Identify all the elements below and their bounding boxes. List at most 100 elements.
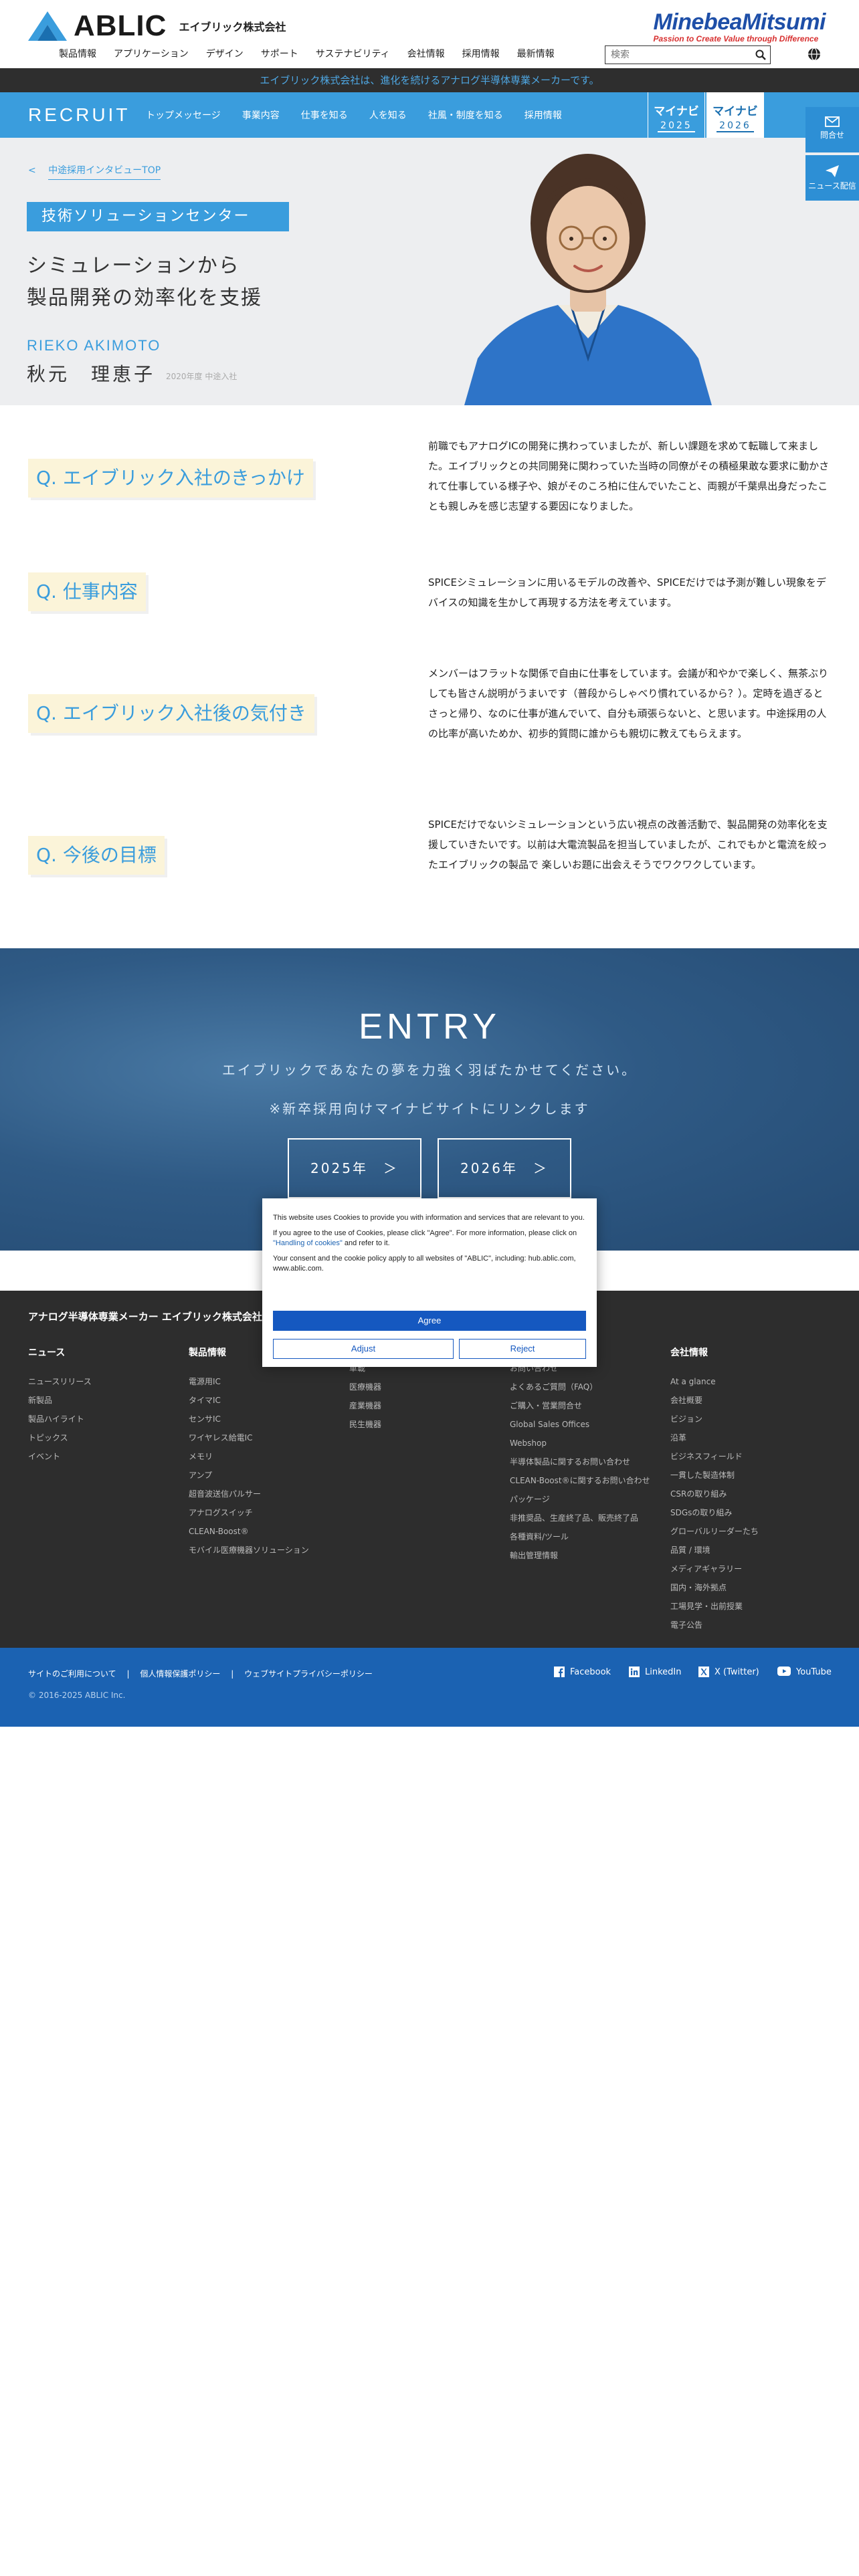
gnav-recruit[interactable]: 採用情報 — [462, 47, 500, 60]
gnav-company[interactable]: 会社情報 — [407, 47, 445, 60]
footer-link[interactable]: トピックス — [28, 1428, 92, 1447]
footer-link[interactable]: グローバルリーダーたち — [670, 1522, 759, 1541]
footer-column-title[interactable]: 会社情報 — [670, 1346, 759, 1359]
handling-of-cookies-link[interactable]: "Handling of cookies" — [273, 1239, 343, 1247]
footer-link[interactable]: メモリ — [189, 1447, 309, 1466]
interview-hero: < 中途採用インタビューTOP 技術ソリューションセンター シミュレーションから… — [0, 138, 859, 405]
footer-link[interactable]: 各種資料/ツール — [510, 1527, 650, 1546]
gnav-design[interactable]: デザイン — [206, 47, 244, 60]
footer-link[interactable]: 超音波送信パルサー — [189, 1485, 309, 1503]
footer-link[interactable]: メディアギャラリー — [670, 1560, 759, 1578]
minebeamitsumi-logo[interactable]: MinebeaMitsumi Passion to Create Value t… — [654, 9, 826, 43]
footer-link[interactable]: ニュースリリース — [28, 1372, 92, 1391]
recruit-nav-people[interactable]: 人を知る — [369, 108, 407, 122]
mynavi-2026-button[interactable]: マイナビ 2026 — [706, 92, 764, 138]
question-3-label: Q. エイブリック入社後の気付き — [28, 694, 314, 733]
footer-link[interactable]: 国内・海外拠点 — [670, 1578, 759, 1597]
footer-link[interactable]: 沿革 — [670, 1428, 759, 1447]
footer-link[interactable]: 工場見学・出前授業 — [670, 1597, 759, 1616]
footer-link[interactable]: アナログスイッチ — [189, 1503, 309, 1522]
footer-link[interactable]: ワイヤレス給電IC — [189, 1428, 309, 1447]
logo-wordmark: ABLIC — [74, 9, 167, 42]
footer-link[interactable]: 品質 / 環境 — [670, 1541, 759, 1560]
footer-link[interactable]: At a glance — [670, 1372, 759, 1391]
cookie-reject-button[interactable]: Reject — [459, 1339, 586, 1359]
footer-column-products: 製品情報 電源用IC タイマIC センサIC ワイヤレス給電IC メモリ アンプ… — [189, 1346, 309, 1560]
footer-link[interactable]: 輸出管理情報 — [510, 1546, 650, 1565]
footer-link[interactable]: CLEAN-Boost®に関するお問い合わせ — [510, 1471, 650, 1490]
group-logo-tagline: Passion to Create Value through Differen… — [653, 34, 819, 43]
recruit-nav-info[interactable]: 採用情報 — [524, 108, 562, 122]
search-input[interactable] — [611, 49, 751, 60]
gnav-latest[interactable]: 最新情報 — [517, 47, 555, 60]
footer-link[interactable]: 産業機器 — [349, 1396, 381, 1415]
footer-link[interactable]: ご購入・営業問合せ — [510, 1396, 650, 1415]
interview-qa-section: Q. エイブリック入社のきっかけ 前職でもアナログICの開発に携わっていましたが… — [0, 405, 859, 948]
footer-column-support: お問い合わせ よくあるご質問（FAQ） ご購入・営業問合せ Global Sal… — [510, 1346, 650, 1565]
footer-link[interactable]: イベント — [28, 1447, 92, 1466]
footer-link[interactable]: 新製品 — [28, 1391, 92, 1410]
recruit-nav-top-message[interactable]: トップメッセージ — [146, 108, 221, 122]
footer-heading[interactable]: アナログ半導体専業メーカー エイブリック株式会社 — [28, 1309, 262, 1323]
recruit-nav-work[interactable]: 仕事を知る — [301, 108, 348, 122]
gnav-applications[interactable]: アプリケーション — [114, 47, 189, 60]
x-twitter-link[interactable]: X (Twitter) — [698, 1667, 759, 1677]
footer-link[interactable]: 電子公告 — [670, 1616, 759, 1634]
back-to-interview-top-link[interactable]: < 中途採用インタビューTOP — [28, 163, 161, 180]
footer-link[interactable]: パッケージ — [510, 1490, 650, 1509]
footer-link[interactable]: CLEAN-Boost® — [189, 1522, 309, 1541]
footer-link[interactable]: 非推奨品、生産終了品、販売終了品 — [510, 1509, 650, 1527]
footer-link[interactable]: 医療機器 — [349, 1378, 381, 1396]
mynavi-2025-button[interactable]: マイナビ 2025 — [648, 92, 705, 138]
footer-link[interactable]: 民生機器 — [349, 1415, 381, 1434]
footer-link[interactable]: よくあるご質問（FAQ） — [510, 1378, 650, 1396]
gnav-support[interactable]: サポート — [261, 47, 298, 60]
youtube-link[interactable]: YouTube — [777, 1667, 832, 1677]
join-year: 2020年度 中途入社 — [166, 372, 237, 381]
cookie-text-1: This website uses Cookies to provide you… — [273, 1214, 585, 1222]
footer-link[interactable]: タイマIC — [189, 1391, 309, 1410]
facebook-link[interactable]: Facebook — [554, 1667, 611, 1677]
recruit-nav-culture[interactable]: 社風・制度を知る — [428, 108, 503, 122]
sub-footer: サイトのご利用について | 個人情報保護ポリシー | ウェブサイトプライバシーポ… — [0, 1648, 859, 1727]
footer-link[interactable]: アンプ — [189, 1466, 309, 1485]
site-header: ABLIC エイブリック株式会社 MinebeaMitsumi Passion … — [0, 0, 859, 68]
gnav-products[interactable]: 製品情報 — [59, 47, 96, 60]
privacy-policy-link[interactable]: 個人情報保護ポリシー — [140, 1669, 220, 1679]
footer-link[interactable]: Global Sales Offices — [510, 1415, 650, 1434]
footer-link[interactable]: SDGsの取り組み — [670, 1503, 759, 1522]
site-terms-link[interactable]: サイトのご利用について — [28, 1669, 116, 1679]
footer-link[interactable]: 半導体製品に関するお問い合わせ — [510, 1453, 650, 1471]
footer-column-title[interactable]: ニュース — [28, 1346, 92, 1359]
employee-portrait — [464, 138, 712, 405]
recruit-nav-business[interactable]: 事業内容 — [242, 108, 280, 122]
globe-icon[interactable] — [807, 47, 822, 62]
ablic-logo-mark-icon — [27, 10, 68, 42]
headline-line-1: シミュレーションから — [27, 254, 240, 278]
gnav-sustainability[interactable]: サステナビリティ — [316, 47, 390, 60]
answer-1-text: 前職でもアナログICの開発に携わっていましたが、新しい課題を求めて転職して来まし… — [428, 440, 830, 512]
footer-link[interactable]: ビジネスフィールド — [670, 1447, 759, 1466]
question-1-label: Q. エイブリック入社のきっかけ — [28, 459, 313, 498]
side-news-button[interactable]: ニュース配信 — [805, 155, 859, 201]
footer-link[interactable]: センサIC — [189, 1410, 309, 1428]
cookie-adjust-button[interactable]: Adjust — [273, 1339, 454, 1359]
footer-link[interactable]: 一貫した製造体制 — [670, 1466, 759, 1485]
footer-link[interactable]: 製品ハイライト — [28, 1410, 92, 1428]
linkedin-link[interactable]: LinkedIn — [629, 1667, 681, 1677]
question-4-label: Q. 今後の目標 — [28, 836, 165, 875]
recruit-title[interactable]: RECRUIT — [28, 104, 130, 126]
footer-link[interactable]: CSRの取り組み — [670, 1485, 759, 1503]
footer-link[interactable]: ビジョン — [670, 1410, 759, 1428]
search-icon[interactable] — [751, 46, 770, 64]
ablic-logo[interactable]: ABLIC エイブリック株式会社 — [27, 9, 286, 43]
entry-2025-button[interactable]: 2025年 ＞ — [288, 1138, 421, 1198]
entry-2026-button[interactable]: 2026年 ＞ — [438, 1138, 571, 1198]
cookie-agree-button[interactable]: Agree — [273, 1311, 586, 1331]
web-privacy-policy-link[interactable]: ウェブサイトプライバシーポリシー — [244, 1669, 373, 1679]
footer-link[interactable]: Webshop — [510, 1434, 650, 1453]
footer-link[interactable]: 会社概要 — [670, 1391, 759, 1410]
side-contact-button[interactable]: 問合せ — [805, 107, 859, 152]
footer-link[interactable]: モバイル医療機器ソリューション — [189, 1541, 309, 1560]
footer-link[interactable]: 電源用IC — [189, 1372, 309, 1391]
